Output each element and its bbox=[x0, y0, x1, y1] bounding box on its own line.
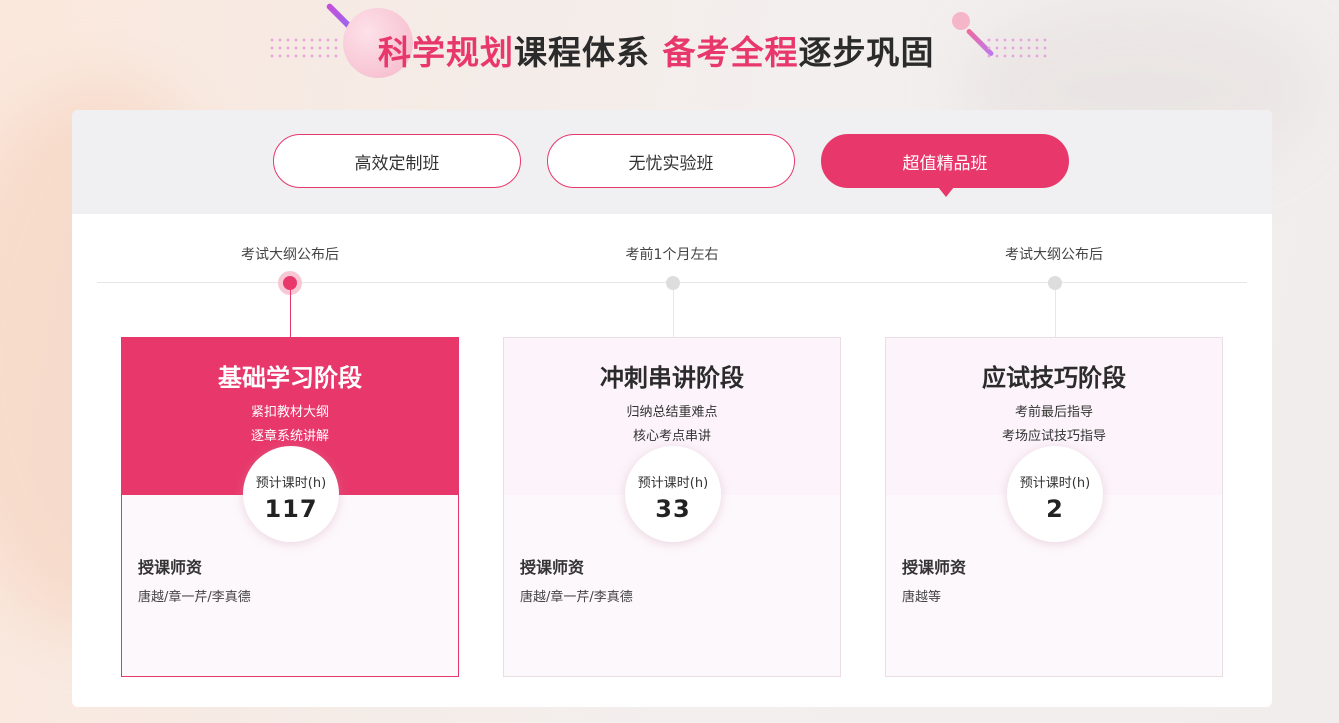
timeline-dot-1[interactable] bbox=[283, 276, 297, 290]
timeline-connector-2 bbox=[673, 290, 674, 338]
tab-efficient-custom[interactable]: 高效定制班 bbox=[273, 134, 521, 188]
hours-label: 预计课时(h) bbox=[1019, 476, 1091, 491]
stage-title: 应试技巧阶段 bbox=[982, 364, 1126, 392]
teacher-names: 唐越等 bbox=[902, 590, 942, 605]
course-tabs: 高效定制班 无忧实验班 超值精品班 bbox=[72, 110, 1272, 214]
teacher-names: 唐越/章一芹/李真德 bbox=[520, 590, 633, 605]
stage-desc-line-1: 归纳总结重难点 bbox=[626, 405, 718, 420]
stage-title: 冲刺串讲阶段 bbox=[600, 364, 744, 392]
hours-badge: 预计课时(h) 117 bbox=[243, 446, 339, 542]
decoration-dots-left bbox=[268, 36, 338, 62]
section-title: 科学规划课程体系 备考全程逐步巩固 bbox=[378, 26, 935, 78]
timeline-label-3: 考试大纲公布后 bbox=[1005, 247, 1103, 263]
course-panel: 高效定制班 无忧实验班 超值精品班 考试大纲公布后 考前1个月左右 考试大纲公布… bbox=[72, 110, 1272, 707]
teacher-heading: 授课师资 bbox=[902, 558, 967, 577]
section-header: 科学规划课程体系 备考全程逐步巩固 bbox=[0, 0, 1339, 100]
tab-premium-value[interactable]: 超值精品班 bbox=[821, 134, 1069, 197]
timeline-label-1: 考试大纲公布后 bbox=[241, 247, 339, 263]
hours-value: 33 bbox=[655, 495, 691, 523]
hours-value: 2 bbox=[1046, 495, 1064, 523]
hours-badge: 预计课时(h) 2 bbox=[1007, 446, 1103, 542]
title-highlight-2: 备考全程 bbox=[662, 33, 799, 72]
timeline-dot-2[interactable] bbox=[666, 276, 680, 290]
tab-worry-free-lab[interactable]: 无忧实验班 bbox=[547, 134, 795, 188]
stage-desc-line-1: 紧扣教材大纲 bbox=[250, 405, 329, 420]
stage-desc-line-1: 考前最后指导 bbox=[1014, 405, 1093, 420]
stage-description: 紧扣教材大纲 逐章系统讲解 bbox=[122, 401, 458, 449]
teacher-heading: 授课师资 bbox=[138, 558, 203, 577]
timeline-connector-3 bbox=[1055, 290, 1056, 338]
timeline-dot-3[interactable] bbox=[1048, 276, 1062, 290]
stage-card-sprint[interactable]: 冲刺串讲阶段 归纳总结重难点 核心考点串讲 预计课时(h) 33 授课师资 唐越… bbox=[503, 337, 841, 677]
title-text-1: 课程体系 bbox=[514, 33, 663, 72]
stage-card-exam-skills[interactable]: 应试技巧阶段 考前最后指导 考场应试技巧指导 预计课时(h) 2 授课师资 唐越… bbox=[885, 337, 1223, 677]
teacher-names: 唐越/章一芹/李真德 bbox=[138, 590, 251, 605]
stage-title: 基础学习阶段 bbox=[218, 364, 362, 392]
hours-label: 预计课时(h) bbox=[637, 476, 709, 491]
title-text-2: 逐步巩固 bbox=[798, 33, 935, 72]
hours-label: 预计课时(h) bbox=[255, 476, 327, 491]
timeline-connector-1 bbox=[290, 290, 291, 338]
stage-card-foundation[interactable]: 基础学习阶段 紧扣教材大纲 逐章系统讲解 预计课时(h) 117 授课师资 唐越… bbox=[121, 337, 459, 677]
stage-description: 归纳总结重难点 核心考点串讲 bbox=[504, 401, 840, 449]
timeline-label-2: 考前1个月左右 bbox=[625, 247, 719, 263]
hours-badge: 预计课时(h) 33 bbox=[625, 446, 721, 542]
stage-description: 考前最后指导 考场应试技巧指导 bbox=[886, 401, 1222, 449]
hours-value: 117 bbox=[264, 495, 318, 523]
teacher-heading: 授课师资 bbox=[520, 558, 585, 577]
decoration-circle-right bbox=[952, 12, 970, 30]
title-highlight-1: 科学规划 bbox=[378, 33, 514, 72]
decoration-dots-right bbox=[985, 36, 1047, 62]
